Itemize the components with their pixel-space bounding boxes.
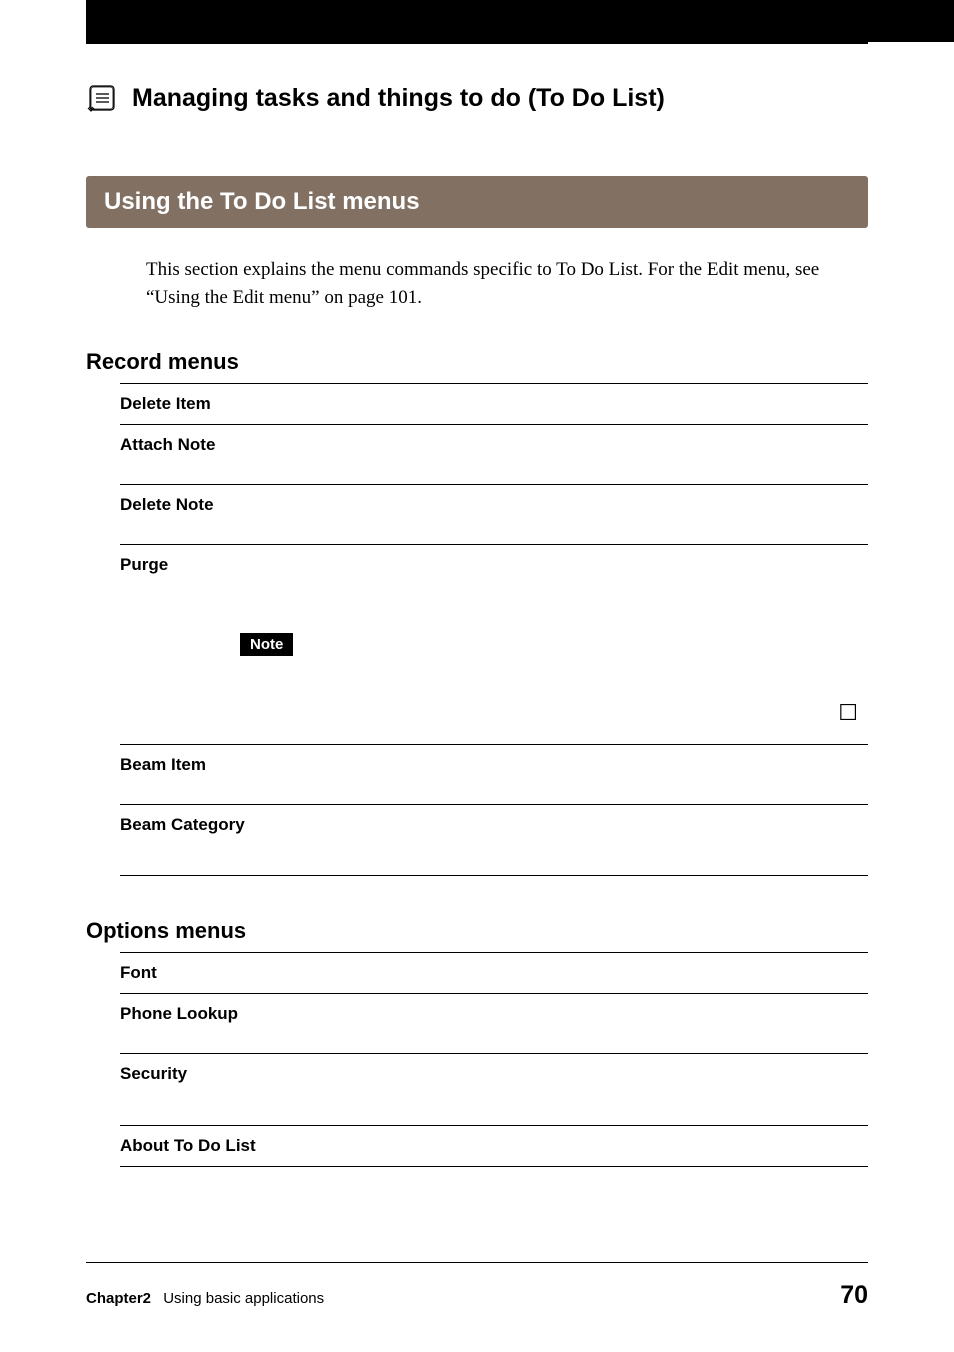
page-title: Managing tasks and things to do (To Do L… [132,84,665,113]
top-black-bar [86,0,954,42]
footer-left: Chapter2 Using basic applications [86,1290,324,1307]
page-content: Managing tasks and things to do (To Do L… [0,44,954,1167]
menu-row-delete-item: Delete Item [120,383,868,424]
menu-label: Delete Item [120,394,211,413]
footer-section: Using basic applications [163,1290,324,1307]
page-title-row: Managing tasks and things to do (To Do L… [86,82,868,114]
menu-label: Security [120,1064,187,1083]
menu-label: Delete Note [120,495,214,514]
note-tag: Note [240,633,293,656]
menu-row-security: Security [120,1053,868,1125]
menu-row-attach-note: Attach Note [120,424,868,484]
menu-label: Attach Note [120,435,215,454]
menu-row-about-to-do-list: About To Do List [120,1125,868,1167]
options-menus-heading: Options menus [86,918,868,944]
page-footer: Chapter2 Using basic applications 70 [86,1262,868,1310]
options-menus-table: Font Phone Lookup Security About To Do L… [120,952,868,1167]
menu-row-font: Font [120,952,868,993]
menu-label: Phone Lookup [120,1004,238,1023]
record-menus-heading: Record menus [86,349,868,375]
menu-label: Beam Category [120,815,245,834]
menu-row-beam-category: Beam Category [120,804,868,876]
menu-label: About To Do List [120,1136,256,1155]
menu-row-phone-lookup: Phone Lookup [120,993,868,1053]
menu-label: Beam Item [120,755,206,774]
menu-row-purge: Purge Note ☐ [120,544,868,744]
footer-chapter: Chapter2 [86,1290,151,1307]
checkbox-icon: ☐ [838,700,858,726]
footer-page-number: 70 [840,1281,868,1310]
todo-list-icon [86,82,118,114]
record-menus-table: Delete Item Attach Note Delete Note Purg… [120,383,868,876]
menu-label: Purge [120,555,168,574]
section-intro: This section explains the menu commands … [146,256,868,311]
menu-label: Font [120,963,157,982]
menu-row-delete-note: Delete Note [120,484,868,544]
menu-row-beam-item: Beam Item [120,744,868,804]
section-heading: Using the To Do List menus [86,176,868,228]
